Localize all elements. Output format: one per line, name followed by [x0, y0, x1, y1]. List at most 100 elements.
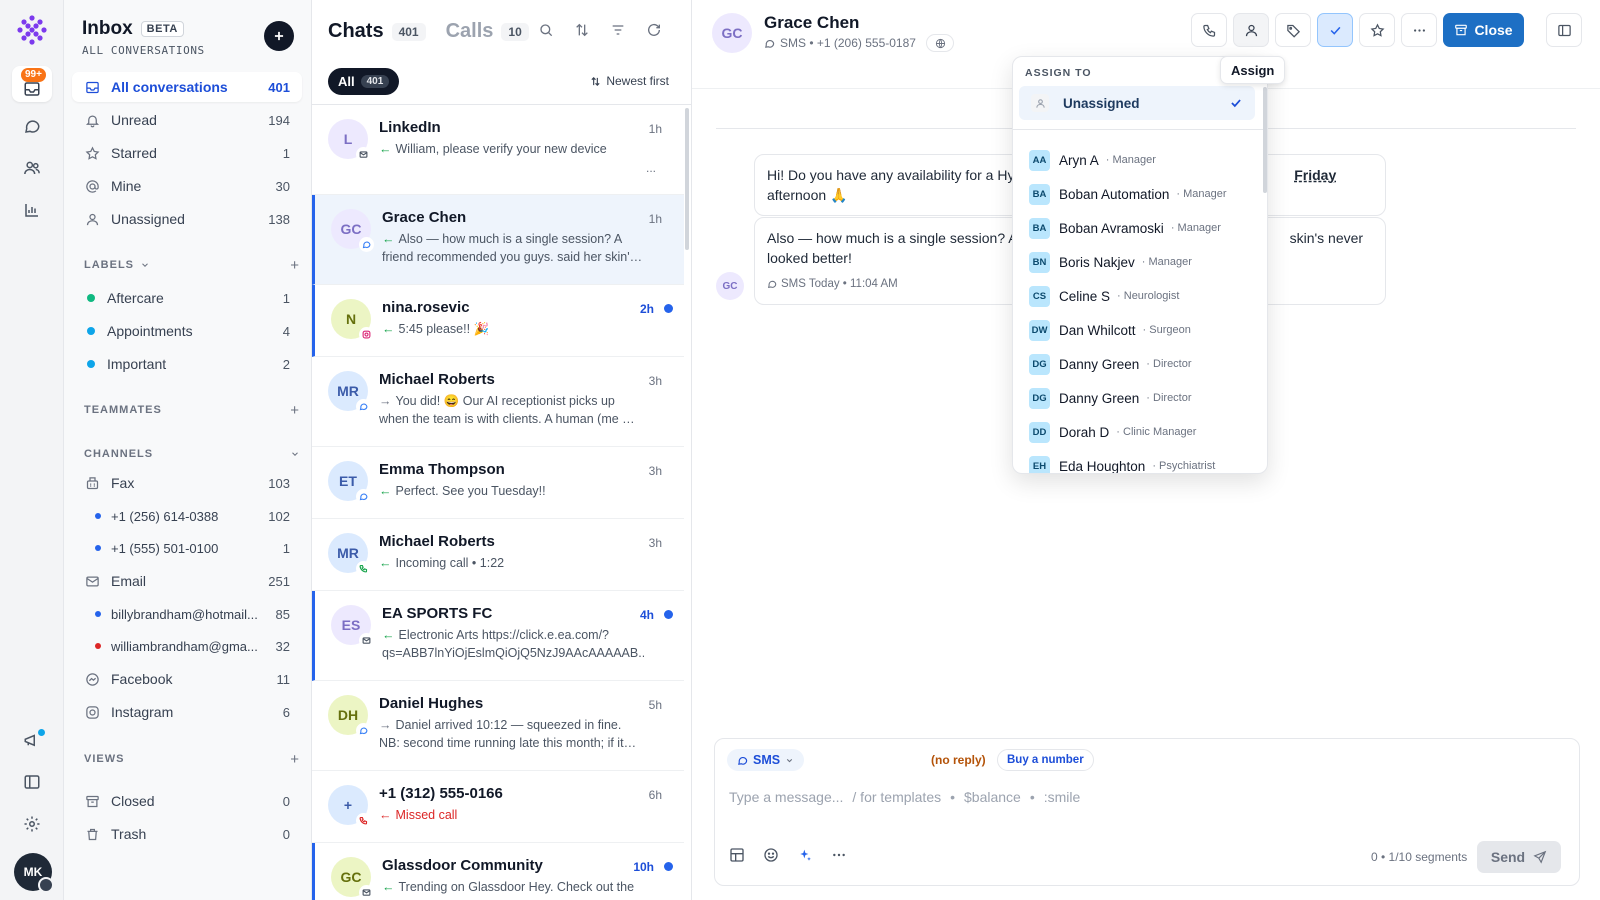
assign-option[interactable]: DG Danny Green · Director	[1029, 381, 1253, 415]
templates-icon[interactable]	[729, 847, 745, 863]
language-button[interactable]	[926, 34, 954, 52]
user-icon	[84, 211, 100, 227]
channel-selector[interactable]: SMS	[727, 749, 805, 771]
channel-fax-number-1[interactable]: +1 (256) 614-0388 102	[72, 501, 302, 531]
send-button[interactable]: Send	[1477, 841, 1561, 873]
toggle-details-panel-button[interactable]	[1546, 13, 1582, 47]
channel-facebook[interactable]: Facebook 11	[72, 664, 302, 694]
view-closed[interactable]: Closed 0	[72, 786, 302, 816]
add-label-icon[interactable]: +	[290, 257, 300, 274]
sort-icon[interactable]	[574, 22, 590, 38]
labels-section-header[interactable]: LABELS +	[84, 255, 300, 275]
label-important[interactable]: Important 2	[72, 349, 302, 379]
star-button[interactable]	[1359, 13, 1395, 47]
tab-chats[interactable]: Chats 401	[328, 20, 426, 43]
user-avatar[interactable]: MK	[14, 853, 54, 893]
channel-dot	[95, 643, 101, 649]
rail-reports-button[interactable]	[12, 192, 52, 228]
channel-fax-number-2[interactable]: +1 (555) 501-0100 1	[72, 533, 302, 563]
chat-list-item[interactable]: MR Michael Roberts 3h ← Incoming call • 1:22	[312, 519, 684, 591]
assign-scrollbar[interactable]	[1263, 87, 1267, 193]
contact-name[interactable]: Grace Chen	[764, 13, 859, 33]
nav-mine[interactable]: Mine 30	[72, 171, 302, 201]
channel-label: Facebook	[111, 671, 173, 687]
tab-calls[interactable]: Calls 10	[446, 20, 529, 43]
assign-option[interactable]: CS Celine S · Neurologist	[1029, 279, 1253, 313]
nav-all-conversations[interactable]: All conversations 401	[72, 72, 302, 102]
chat-list-item[interactable]: MR Michael Roberts 3h → You did! 😄 Our AI re…	[312, 357, 684, 447]
buy-number-button[interactable]: Buy a number	[997, 749, 1094, 771]
chat-list-item[interactable]: DH Daniel Hughes 5h → Daniel arrived 10:12 —…	[312, 681, 684, 771]
view-trash[interactable]: Trash 0	[72, 819, 302, 849]
label-name: Important	[107, 356, 167, 372]
channel-email-account-1[interactable]: billybrandham@hotmail... 85	[72, 599, 302, 629]
nav-unread[interactable]: Unread 194	[72, 105, 302, 135]
filter-all-chip[interactable]: All 401	[328, 68, 400, 95]
refresh-icon[interactable]	[646, 22, 662, 38]
chat-list-item[interactable]: L LinkedIn 1h ← William, please verify your …	[312, 105, 684, 195]
assign-option[interactable]: BN Boris Nakjev · Manager	[1029, 245, 1253, 279]
chat-list-item[interactable]: GC Glassdoor Community 10h ← Trending on Gla…	[312, 843, 684, 900]
rail-panel-toggle-button[interactable]	[12, 764, 52, 800]
contact-avatar: GC	[331, 857, 374, 900]
chevron-down-icon[interactable]	[290, 449, 300, 459]
assign-option-unassigned[interactable]: Unassigned	[1019, 86, 1255, 120]
nav-unassigned[interactable]: Unassigned 138	[72, 204, 302, 234]
emoji-icon[interactable]	[763, 847, 779, 863]
ai-sparkle-icon[interactable]	[797, 847, 813, 863]
tag-button[interactable]	[1275, 13, 1311, 47]
add-view-icon[interactable]: +	[290, 751, 300, 768]
rail-chat-button[interactable]	[12, 108, 52, 144]
sort-dropdown[interactable]: Newest first	[590, 74, 669, 88]
search-icon[interactable]	[538, 22, 554, 38]
channels-section-header[interactable]: CHANNELS	[84, 444, 300, 464]
channel-email[interactable]: Email 251	[72, 566, 302, 596]
channel-instagram[interactable]: Instagram 6	[72, 697, 302, 727]
mark-done-button[interactable]	[1317, 13, 1353, 47]
chat-list-item[interactable]: ES EA SPORTS FC 4h ← Electronic Arts https:/…	[312, 591, 684, 681]
filter-icon[interactable]	[610, 22, 626, 38]
channel-fax[interactable]: Fax 103	[72, 468, 302, 498]
inbox-icon	[84, 79, 100, 95]
app-logo-icon[interactable]	[14, 12, 50, 48]
rail-contacts-button[interactable]	[12, 150, 52, 186]
label-appointments[interactable]: Appointments 4	[72, 316, 302, 346]
call-button[interactable]	[1191, 13, 1227, 47]
assignee-name: Boban Automation	[1059, 186, 1170, 202]
assign-option[interactable]: DW Dan Whilcott · Surgeon	[1029, 313, 1253, 347]
chat-list-item[interactable]: + +1 (312) 555-0166 6h ← Missed call	[312, 771, 684, 843]
sms-channel-icon	[359, 237, 374, 252]
label-count: 2	[282, 356, 290, 372]
nav-starred[interactable]: Starred 1	[72, 138, 302, 168]
incoming-arrow-icon: ←	[382, 322, 395, 336]
assign-option[interactable]: BA Boban Avramoski · Manager	[1029, 211, 1253, 245]
message-input[interactable]: Type a message... / for templates • $bal…	[729, 789, 1080, 805]
views-section-header[interactable]: VIEWS +	[84, 749, 300, 769]
channel-email-account-2[interactable]: williambrandham@gma... 32	[72, 631, 302, 661]
incoming-arrow-icon: ←	[379, 556, 392, 570]
rail-settings-button[interactable]	[12, 806, 52, 842]
label-name: Appointments	[107, 323, 193, 339]
assignee-name: Danny Green	[1059, 356, 1140, 372]
assign-button[interactable]	[1233, 13, 1269, 47]
contact-avatar: MR	[328, 371, 371, 414]
chat-list-item[interactable]: GC Grace Chen 1h ← Also — how much is a sing…	[312, 195, 684, 285]
rail-announcements-button[interactable]	[12, 722, 52, 758]
more-button[interactable]	[1401, 13, 1437, 47]
assign-option[interactable]: DG Danny Green · Director	[1029, 347, 1253, 381]
new-conversation-button[interactable]	[264, 21, 294, 51]
chat-list-scrollbar[interactable]	[685, 108, 689, 250]
add-teammate-icon[interactable]: +	[290, 402, 300, 419]
assign-option[interactable]: EH Eda Houghton · Psychiatrist	[1029, 449, 1253, 473]
assign-option[interactable]: BA Boban Automation · Manager	[1029, 177, 1253, 211]
assign-option[interactable]: DD Dorah D · Clinic Manager	[1029, 415, 1253, 449]
message-composer: SMS (no reply) Buy a number Type a messa…	[714, 738, 1580, 886]
more-horizontal-icon[interactable]	[831, 847, 847, 863]
close-conversation-button[interactable]: Close	[1443, 13, 1524, 47]
label-aftercare[interactable]: Aftercare 1	[72, 283, 302, 313]
contact-avatar[interactable]: GC	[712, 13, 752, 53]
chat-list-item[interactable]: ET Emma Thompson 3h ← Perfect. See you Tuesd…	[312, 447, 684, 519]
chat-list-item[interactable]: Nnina.rosevic 2h ← 5:45 please!! 🎉	[312, 285, 684, 357]
assign-option[interactable]: AA Aryn A · Manager	[1029, 143, 1253, 177]
teammates-section-header[interactable]: TEAMMATES +	[84, 400, 300, 420]
